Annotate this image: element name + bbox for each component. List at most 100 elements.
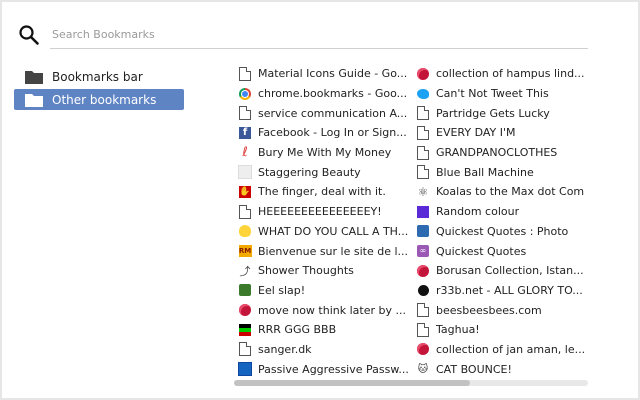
bookmark-item[interactable]: sanger.dk — [234, 340, 412, 360]
bookmark-label: Facebook - Log In or Sign... — [258, 126, 407, 140]
bookmark-item[interactable]: r33b.net - ALL GLORY TO... — [412, 281, 590, 301]
search-icon — [19, 25, 39, 45]
bookmark-item[interactable]: Passive Aggressive Passw... — [234, 359, 412, 379]
page-icon — [416, 303, 430, 318]
swirl-icon: ℓ — [242, 145, 248, 161]
folder-label: Bookmarks bar — [52, 69, 143, 84]
page-icon — [416, 145, 430, 160]
bookmark-label: Quickest Quotes : Photo — [436, 224, 569, 238]
bookmark-item[interactable]: 🐱 CAT BOUNCE! — [412, 359, 590, 379]
bookmark-item[interactable]: Can't Not Tweet This — [412, 84, 590, 104]
bookmark-item[interactable]: collection of hampus lind... — [412, 64, 590, 84]
page-icon — [238, 106, 252, 121]
bookmark-label: Material Icons Guide - Go... — [258, 67, 408, 81]
bookmark-item[interactable]: EVERY DAY I'M — [412, 123, 590, 143]
folder-icon — [25, 70, 43, 84]
popup-frame: Bookmarks bar Other bookmarks Material I… — [0, 0, 640, 400]
search-bar — [18, 20, 588, 50]
bookmark-label: Eel slap! — [258, 283, 306, 297]
bookmark-label: move now think later by ... — [258, 303, 406, 317]
rose-icon — [238, 303, 252, 317]
bookmark-item[interactable]: GRANDPANOCLOTHES — [412, 143, 590, 163]
bookmark-label: Staggering Beauty — [258, 165, 361, 179]
folder-label: Other bookmarks — [52, 92, 157, 107]
bookmark-label: Quickest Quotes — [436, 244, 527, 258]
bookmark-label: HEEEEEEEEEEEEEEEY! — [258, 205, 382, 219]
bookmark-label: Blue Ball Machine — [436, 165, 534, 179]
chrome-icon — [238, 87, 252, 101]
rgb-icon — [238, 323, 252, 337]
blank-icon — [238, 165, 252, 180]
bookmark-item[interactable]: chrome.bookmarks - Goo... — [234, 84, 412, 104]
bookmark-label: CAT BOUNCE! — [436, 362, 512, 376]
bookmark-item[interactable]: Borusan Collection, Istan... — [412, 261, 590, 281]
quote-icon — [416, 224, 430, 238]
bookmark-item[interactable]: collection of jan aman, le... — [412, 340, 590, 360]
bomb-icon — [416, 283, 430, 297]
bookmark-item[interactable]: move now think later by ... — [234, 300, 412, 320]
bookmark-label: r33b.net - ALL GLORY TO... — [436, 283, 583, 297]
bookmark-item[interactable]: HEEEEEEEEEEEEEEEY! — [234, 202, 412, 222]
bookmark-label: chrome.bookmarks - Goo... — [258, 87, 408, 101]
bookmark-list: Material Icons Guide - Go... collection o… — [234, 64, 590, 382]
bookmark-item[interactable]: RRR GGG BBB — [234, 320, 412, 340]
folder-sidebar: Bookmarks bar Other bookmarks — [14, 66, 184, 112]
blue-icon — [238, 362, 252, 377]
bookmark-label: Bury Me With My Money — [258, 146, 392, 160]
bookmark-item[interactable]: Blue Ball Machine — [412, 162, 590, 182]
bookmark-item[interactable]: RM Bienvenue sur le site de l... — [234, 241, 412, 261]
bookmark-item[interactable]: Quickest Quotes : Photo — [412, 222, 590, 242]
bookmark-label: Passive Aggressive Passw... — [258, 362, 409, 376]
bookmark-label: Taghua! — [436, 323, 480, 337]
horizontal-scrollbar[interactable] — [234, 380, 588, 386]
bookmark-item[interactable]: ∞ Quickest Quotes — [412, 241, 590, 261]
bookmark-item[interactable]: Taghua! — [412, 320, 590, 340]
bookmark-item[interactable]: Eel slap! — [234, 281, 412, 301]
bookmark-label: Borusan Collection, Istan... — [436, 264, 584, 278]
bookmark-label: EVERY DAY I'M — [436, 126, 516, 140]
bookmark-item[interactable]: Partridge Gets Lucky — [412, 103, 590, 123]
shower-icon: ⤴ — [239, 264, 251, 278]
bookmark-label: beesbeesbees.com — [436, 303, 542, 317]
page-icon — [238, 342, 252, 357]
duck-icon — [238, 224, 252, 238]
search-input[interactable] — [50, 20, 588, 49]
bookmark-label: Shower Thoughts — [258, 264, 354, 278]
bookmark-item[interactable]: ⤴ Shower Thoughts — [234, 261, 412, 281]
page-icon — [416, 165, 430, 180]
bookmark-grid: Material Icons Guide - Go... collection o… — [234, 64, 590, 379]
twitter-icon — [416, 87, 430, 101]
bookmark-label: Bienvenue sur le site de l... — [258, 244, 409, 258]
bookmark-label: Can't Not Tweet This — [436, 87, 549, 101]
bookmark-item[interactable]: ⚛ Koalas to the Max dot Com — [412, 182, 590, 202]
folder-bookmarks-bar[interactable]: Bookmarks bar — [14, 66, 184, 87]
bookmark-item[interactable]: beesbeesbees.com — [412, 300, 590, 320]
bookmark-item[interactable]: f Facebook - Log In or Sign... — [234, 123, 412, 143]
bookmark-item[interactable]: WHAT DO YOU CALL A TH... — [234, 222, 412, 242]
folder-other-bookmarks[interactable]: Other bookmarks — [14, 89, 184, 110]
page-icon — [238, 66, 252, 81]
rm-icon: RM — [238, 245, 252, 258]
bookmark-label: The finger, deal with it. — [258, 185, 386, 199]
bookmark-item[interactable]: Material Icons Guide - Go... — [234, 64, 412, 84]
page-icon — [238, 204, 252, 219]
finger-icon: ✋ — [239, 185, 251, 198]
bookmark-item[interactable]: ✋ The finger, deal with it. — [234, 182, 412, 202]
rose-icon — [416, 67, 430, 81]
atom-icon: ⚛ — [417, 184, 429, 199]
bookmark-label: collection of jan aman, le... — [436, 342, 586, 356]
facebook-icon: f — [238, 126, 252, 140]
bookmark-label: sanger.dk — [258, 342, 312, 356]
bookmark-label: Partridge Gets Lucky — [436, 106, 550, 120]
page-icon — [416, 322, 430, 337]
bookmark-item[interactable]: Random colour — [412, 202, 590, 222]
quote2-icon: ∞ — [416, 244, 430, 258]
bookmark-item[interactable]: Staggering Beauty — [234, 162, 412, 182]
bookmark-label: WHAT DO YOU CALL A TH... — [258, 224, 409, 238]
bookmark-item[interactable]: service communication A... — [234, 103, 412, 123]
folder-icon — [25, 93, 43, 107]
scrollbar-thumb[interactable] — [234, 380, 470, 386]
rose-icon — [416, 264, 430, 278]
bookmark-item[interactable]: ℓ Bury Me With My Money — [234, 143, 412, 163]
face-icon — [238, 283, 252, 297]
